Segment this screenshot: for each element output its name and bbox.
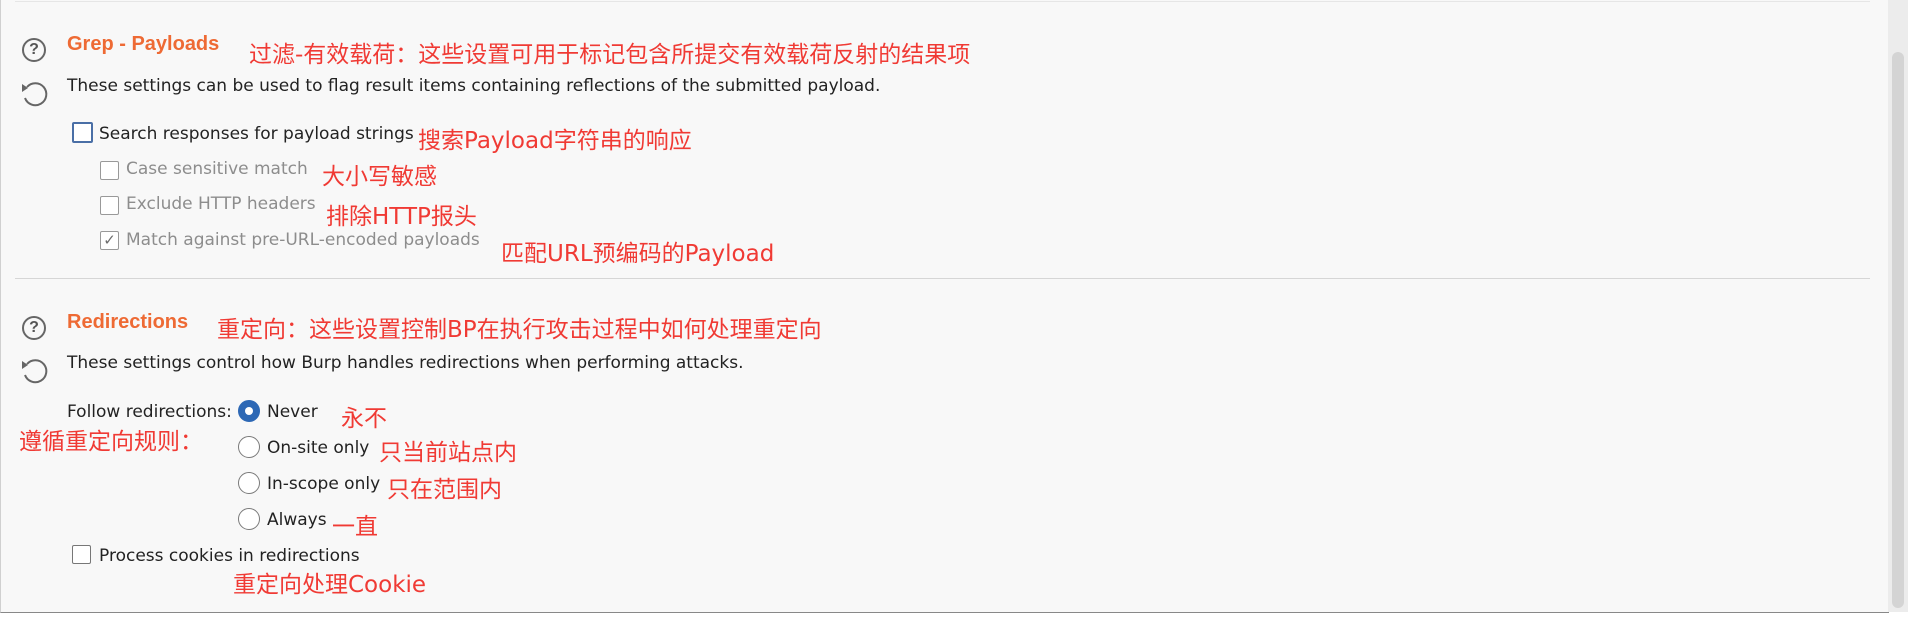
search-payload-strings-label: Search responses for payload strings [99, 124, 414, 144]
case-sensitive-checkbox[interactable] [100, 161, 119, 180]
radio-always[interactable] [238, 508, 260, 530]
exclude-http-headers-checkbox[interactable] [100, 196, 119, 215]
redirections-title: Redirections [67, 311, 189, 333]
radio-never[interactable] [238, 400, 260, 422]
search-payload-strings-annotation: 搜索Payload字符串的响应 [418, 128, 692, 154]
scrollbar-thumb[interactable] [1892, 52, 1904, 608]
radio-always-annotation: 一直 [332, 514, 378, 540]
radio-never-annotation: 永不 [341, 406, 387, 432]
match-pre-url-encoded-checkbox[interactable]: ✓ [100, 231, 119, 250]
reset-icon[interactable] [19, 78, 49, 108]
follow-redirections-annotation: 遵循重定向规则： [19, 429, 203, 455]
case-sensitive-annotation: 大小写敏感 [322, 164, 437, 190]
radio-in-scope-only-label: In-scope only [267, 474, 381, 494]
follow-redirections-label: Follow redirections: [67, 402, 232, 422]
match-pre-url-encoded-annotation: 匹配URL预编码的Payload [501, 241, 775, 267]
vertical-scrollbar[interactable] [1888, 0, 1908, 612]
match-pre-url-encoded-label: Match against pre-URL-encoded payloads [126, 230, 480, 250]
section-divider [15, 278, 1870, 279]
radio-on-site-only[interactable] [238, 436, 260, 458]
radio-on-site-only-annotation: 只当前站点内 [379, 440, 517, 466]
help-circle-icon[interactable]: ? [22, 316, 46, 340]
help-circle-icon[interactable]: ? [22, 38, 46, 62]
grep-payloads-description: These settings can be used to flag resul… [67, 76, 881, 96]
radio-always-label: Always [267, 510, 327, 530]
exclude-http-headers-annotation: 排除HTTP报头 [326, 204, 477, 230]
grep-payloads-title: Grep - Payloads [67, 33, 220, 55]
intruder-settings-view: ? Grep - Payloads 过滤-有效载荷：这些设置可用于标记包含所提交… [0, 0, 1908, 618]
case-sensitive-label: Case sensitive match [126, 159, 308, 179]
redirections-annotation: 重定向：这些设置控制BP在执行攻击过程中如何处理重定向 [217, 317, 822, 343]
radio-in-scope-only[interactable] [238, 472, 260, 494]
grep-payloads-annotation: 过滤-有效载荷：这些设置可用于标记包含所提交有效载荷反射的结果项 [249, 42, 971, 68]
top-divider [15, 1, 1870, 2]
exclude-http-headers-label: Exclude HTTP headers [126, 194, 316, 214]
radio-in-scope-only-annotation: 只在范围内 [387, 477, 502, 503]
settings-panel: ? Grep - Payloads 过滤-有效载荷：这些设置可用于标记包含所提交… [0, 0, 1889, 613]
search-payload-strings-checkbox[interactable] [72, 122, 93, 143]
process-cookies-label: Process cookies in redirections [99, 546, 360, 566]
redirections-description: These settings control how Burp handles … [67, 353, 744, 373]
reset-icon[interactable] [19, 355, 49, 385]
process-cookies-checkbox[interactable] [72, 545, 91, 564]
radio-never-label: Never [267, 402, 318, 422]
radio-on-site-only-label: On-site only [267, 438, 370, 458]
process-cookies-annotation: 重定向处理Cookie [233, 572, 427, 598]
